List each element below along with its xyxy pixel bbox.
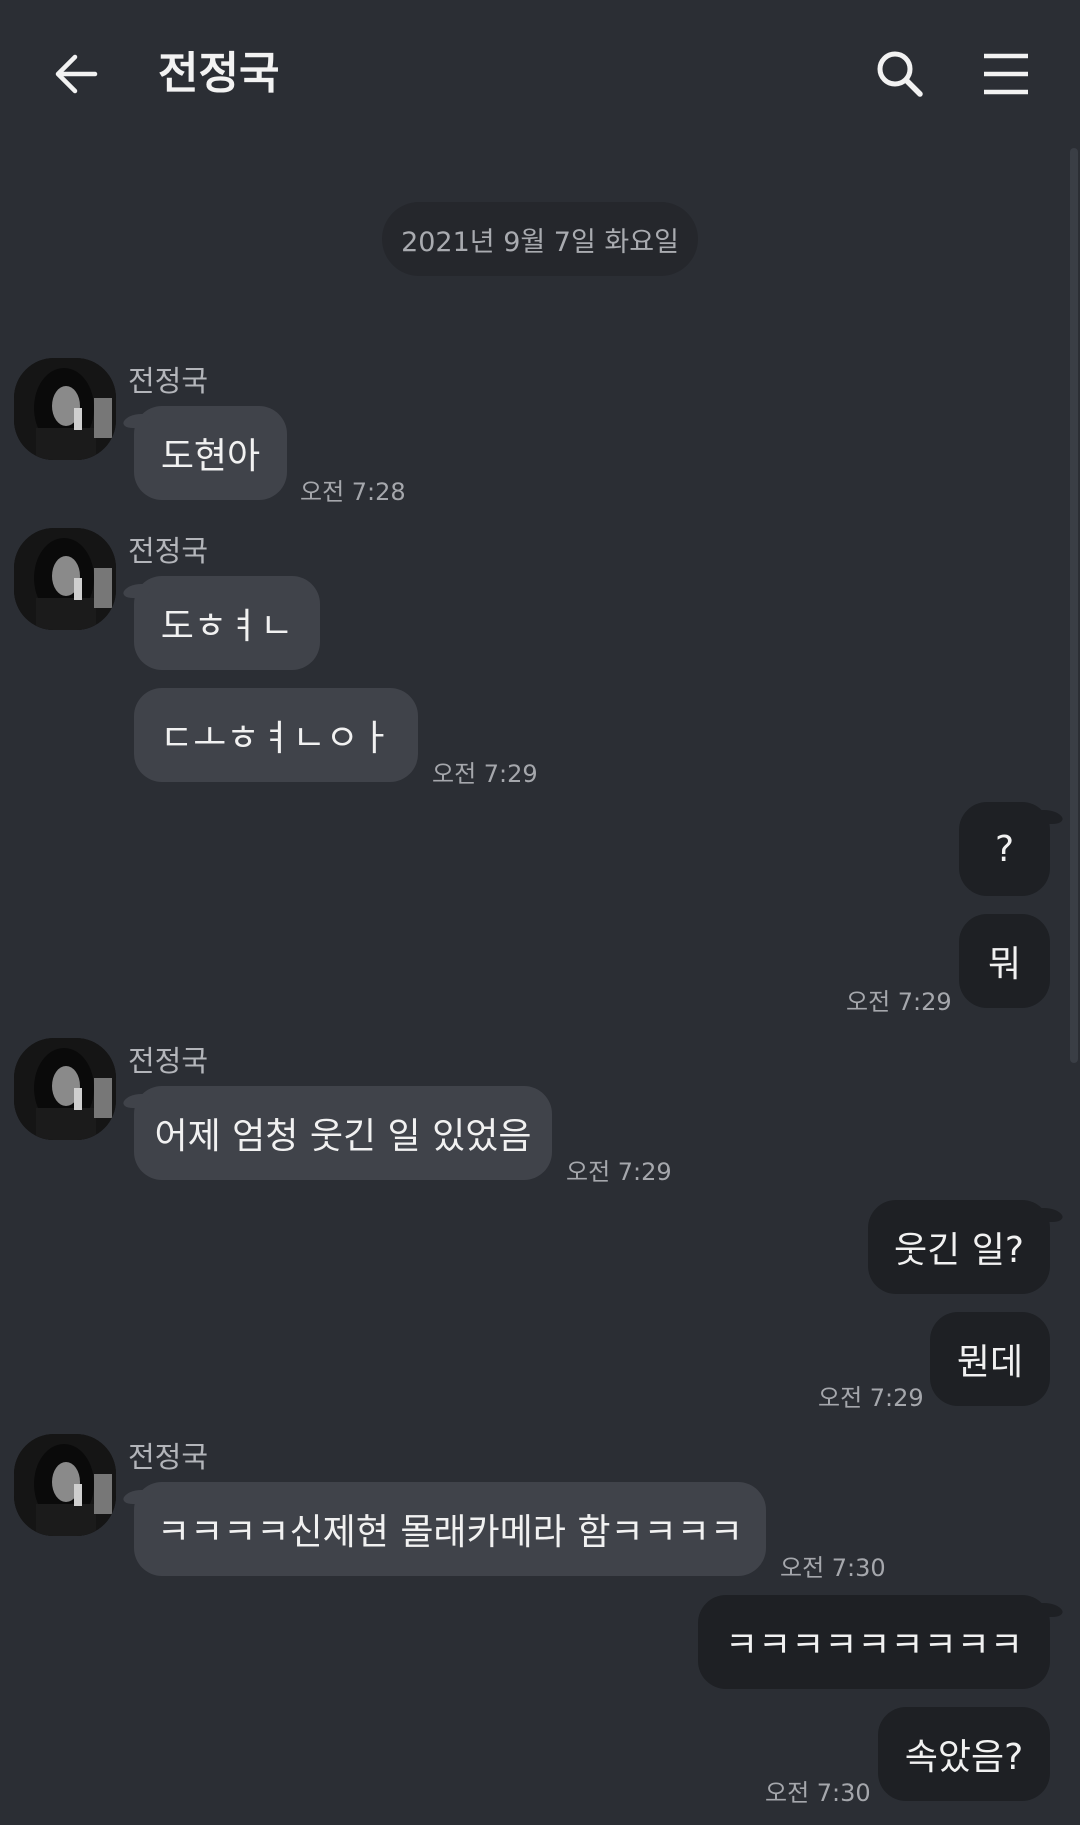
search-button[interactable] — [872, 46, 928, 102]
avatar[interactable] — [14, 1434, 116, 1536]
message-time: 오전 7:30 — [765, 1779, 871, 1807]
profile-photo — [14, 528, 116, 630]
profile-photo — [14, 1038, 116, 1140]
message-bubble[interactable]: 뭐 — [959, 914, 1050, 1008]
message-bubble[interactable]: 뭔데 — [930, 1312, 1050, 1406]
sender-name: 전정국 — [128, 534, 209, 568]
profile-photo — [14, 358, 116, 460]
search-icon — [877, 51, 923, 97]
avatar[interactable] — [14, 1038, 116, 1140]
message-bubble[interactable]: ㅋㅋㅋㅋㅋㅋㅋㅋㅋ — [698, 1595, 1050, 1689]
message-time: 오전 7:29 — [846, 988, 952, 1016]
arrow-left-icon — [55, 54, 98, 94]
scrollbar[interactable] — [1070, 148, 1078, 1063]
avatar[interactable] — [14, 528, 116, 630]
profile-photo — [14, 1434, 116, 1536]
sender-name: 전정국 — [128, 364, 209, 398]
avatar[interactable] — [14, 358, 116, 460]
message-bubble[interactable]: ? — [959, 802, 1050, 896]
message-time: 오전 7:29 — [432, 760, 538, 788]
chat-title: 전정국 — [158, 48, 280, 99]
message-bubble[interactable]: 어제 엄청 웃긴 일 있었음 — [134, 1086, 552, 1180]
sender-name: 전정국 — [128, 1440, 209, 1474]
date-divider: 2021년 9월 7일 화요일 — [382, 202, 698, 276]
menu-icon — [984, 53, 1028, 95]
chat-header: 전정국 — [0, 0, 1080, 150]
message-time: 오전 7:29 — [818, 1384, 924, 1412]
message-bubble[interactable]: ㅋㅋㅋㅋ신제현 몰래카메라 함ㅋㅋㅋㅋ — [134, 1482, 766, 1576]
message-time: 오전 7:28 — [300, 478, 406, 506]
message-time: 오전 7:30 — [780, 1554, 886, 1582]
message-bubble[interactable]: 도ㅎㅕㄴ — [134, 576, 320, 670]
message-bubble[interactable]: 속았음? — [878, 1707, 1050, 1801]
back-button[interactable] — [48, 46, 104, 102]
menu-button[interactable] — [978, 46, 1034, 102]
message-bubble[interactable]: ㄷㅗㅎㅕㄴㅇㅏ — [134, 688, 418, 782]
sender-name: 전정국 — [128, 1044, 209, 1078]
message-bubble[interactable]: 도현아 — [134, 406, 287, 500]
message-bubble[interactable]: 웃긴 일? — [868, 1200, 1050, 1294]
message-time: 오전 7:29 — [566, 1158, 672, 1186]
